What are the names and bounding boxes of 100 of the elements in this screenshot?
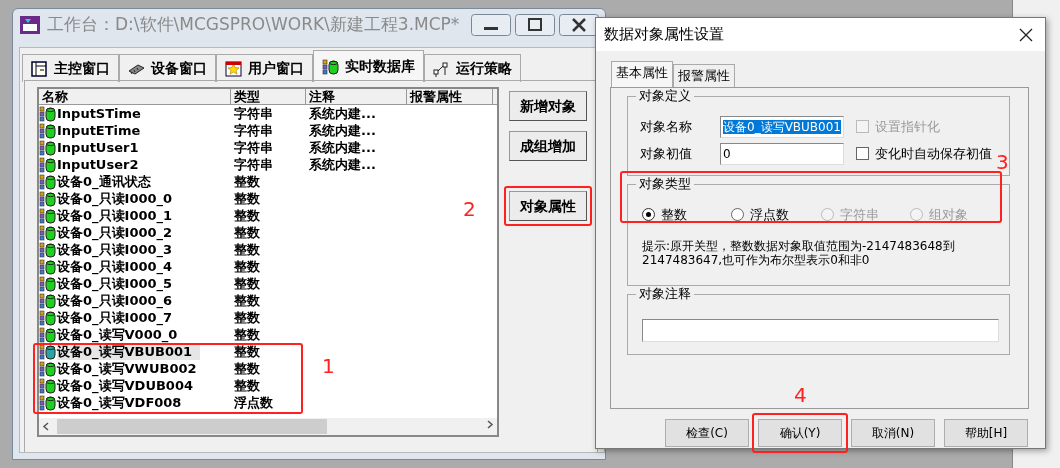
table-cell-text: 字符串 [233, 156, 274, 173]
database-icon [39, 258, 56, 275]
database-icon [39, 105, 56, 122]
table-cell[interactable]: 设备0_只读I000_4 [57, 258, 181, 275]
column-header[interactable]: 名称 [39, 89, 231, 104]
table-cell[interactable]: 设备0_读写VDF008 [57, 394, 190, 411]
database-icon [39, 241, 56, 258]
table-cell[interactable]: 设备0_读写V000_0 [57, 326, 186, 343]
column-header[interactable]: 报警属性 [407, 89, 493, 104]
database-icon [39, 326, 56, 343]
database-icon [39, 275, 56, 292]
table-cell-text: 整数 [233, 224, 261, 241]
database-icon [39, 360, 56, 377]
table-cell[interactable]: 设备0_只读I000_0 [57, 190, 181, 207]
table-cell-text: 系统内建... [308, 122, 376, 139]
table-cell-text: 浮点数 [233, 394, 274, 411]
table-cell-text: 整数 [233, 377, 261, 394]
database-icon [39, 173, 56, 190]
button[interactable]: 检查(C) [665, 419, 749, 447]
close-icon[interactable] [1019, 27, 1033, 42]
annotation-number: 3 [996, 152, 1009, 172]
database-icon [39, 292, 56, 309]
radio-button[interactable]: 整数 [642, 205, 732, 225]
column-header[interactable]: 类型 [231, 89, 306, 104]
table-cell[interactable]: 设备0_只读I000_1 [57, 207, 181, 224]
column-header[interactable]: 注释 [306, 89, 407, 104]
window-title: 工作台：D:\软件\MCGSPRO\WORK\新建工程3.MCP* [47, 13, 460, 37]
database-icon [39, 122, 56, 139]
table-cell-text: 整数 [233, 190, 261, 207]
table-cell-text: 字符串 [233, 122, 274, 139]
table-cell[interactable]: 设备0_只读I000_3 [57, 241, 181, 258]
button[interactable]: 对象属性 [509, 191, 587, 221]
table-cell[interactable]: 设备0_通讯状态 [57, 173, 159, 190]
maximize-icon[interactable] [515, 14, 555, 36]
table-cell-text: 整数 [233, 207, 261, 224]
group-title: 对象定义 [636, 88, 694, 104]
tab[interactable]: 主控窗口 [22, 54, 119, 82]
flowchart-icon [433, 60, 450, 77]
close-icon[interactable] [559, 14, 599, 36]
hint-text: 提示:原开关型，整数数据对象取值范围为-2147483648到2147483647,也可作为布尔型表示0和非0 [641, 237, 956, 269]
table-cell-text: 整数 [233, 309, 261, 326]
table-cell-text: 系统内建... [308, 105, 376, 122]
tab[interactable]: 设备窗口 [119, 54, 216, 82]
table-cell-text: 整数 [233, 292, 261, 309]
table-cell-text: 系统内建... [308, 156, 376, 173]
table-cell-text: 字符串 [233, 105, 274, 122]
button[interactable]: 取消(N) [851, 419, 935, 447]
star-window-icon [225, 60, 242, 77]
radio-circle[interactable] [642, 208, 655, 222]
table-cell-text: 整数 [233, 326, 261, 343]
button[interactable]: 成组增加 [509, 131, 587, 161]
table-cell-text: 字符串 [233, 139, 274, 156]
table-cell[interactable]: 设备0_只读I000_2 [57, 224, 181, 241]
name-field[interactable]: 设备0_读写VBUB001 [720, 115, 844, 138]
database-icon [39, 309, 56, 326]
initial-value-field[interactable]: 0 [720, 142, 844, 165]
database-icon [39, 224, 56, 241]
table-cell[interactable]: 设备0_只读I000_5 [57, 275, 181, 292]
app-icon [19, 15, 41, 35]
database-icon [39, 343, 56, 360]
table-cell-text: 整数 [233, 258, 261, 275]
radio-button[interactable]: 浮点数 [731, 205, 821, 225]
annotation-number: 2 [463, 199, 476, 219]
database-icon [39, 394, 56, 411]
group-title: 对象类型 [636, 176, 694, 192]
database-icon [322, 58, 339, 75]
tab[interactable]: 基本属性 [611, 61, 673, 87]
tab[interactable]: 运行策略 [424, 54, 521, 82]
button[interactable]: 确认(Y) [758, 419, 842, 447]
table-cell-text: 整数 [233, 173, 261, 190]
table-cell[interactable]: InputSTime [57, 105, 149, 122]
table-cell-text: 整数 [233, 241, 261, 258]
tab[interactable]: 报警属性 [673, 64, 735, 87]
field-label: 对象初值 [640, 144, 693, 163]
table-cell[interactable]: 设备0_读写VDUB004 [57, 377, 201, 394]
table-cell[interactable]: 设备0_只读I000_7 [57, 309, 181, 326]
table-cell[interactable]: InputUser1 [57, 139, 147, 156]
window-layout-icon [31, 60, 48, 77]
button[interactable]: 新增对象 [509, 91, 587, 121]
horizontal-scrollbar[interactable] [39, 418, 497, 435]
checkbox[interactable]: 变化时自动保存初值 [856, 143, 992, 164]
minimize-icon[interactable] [471, 14, 511, 36]
database-icon [39, 207, 56, 224]
table-cell[interactable]: InputUser2 [57, 156, 147, 173]
table-cell[interactable]: InputETime [57, 122, 149, 139]
field-label: 对象名称 [640, 117, 693, 136]
tab[interactable]: 实时数据库 [313, 50, 424, 82]
table-cell[interactable]: 设备0_只读I000_6 [57, 292, 181, 309]
tab[interactable]: 用户窗口 [216, 54, 313, 82]
comment-field[interactable] [642, 318, 999, 342]
table-cell-text: 系统内建... [308, 139, 376, 156]
dialog-title: 数据对象属性设置 [604, 24, 724, 46]
button[interactable]: 帮助[H] [944, 419, 1028, 447]
annotation-number: 4 [794, 385, 807, 405]
database-icon [39, 156, 56, 173]
radio-circle[interactable] [731, 208, 745, 222]
table-cell-text: 整数 [233, 343, 261, 360]
table-cell[interactable]: 设备0_读写VWUB002 [57, 360, 205, 377]
annotation-number: 1 [322, 356, 335, 376]
database-icon [39, 139, 56, 156]
